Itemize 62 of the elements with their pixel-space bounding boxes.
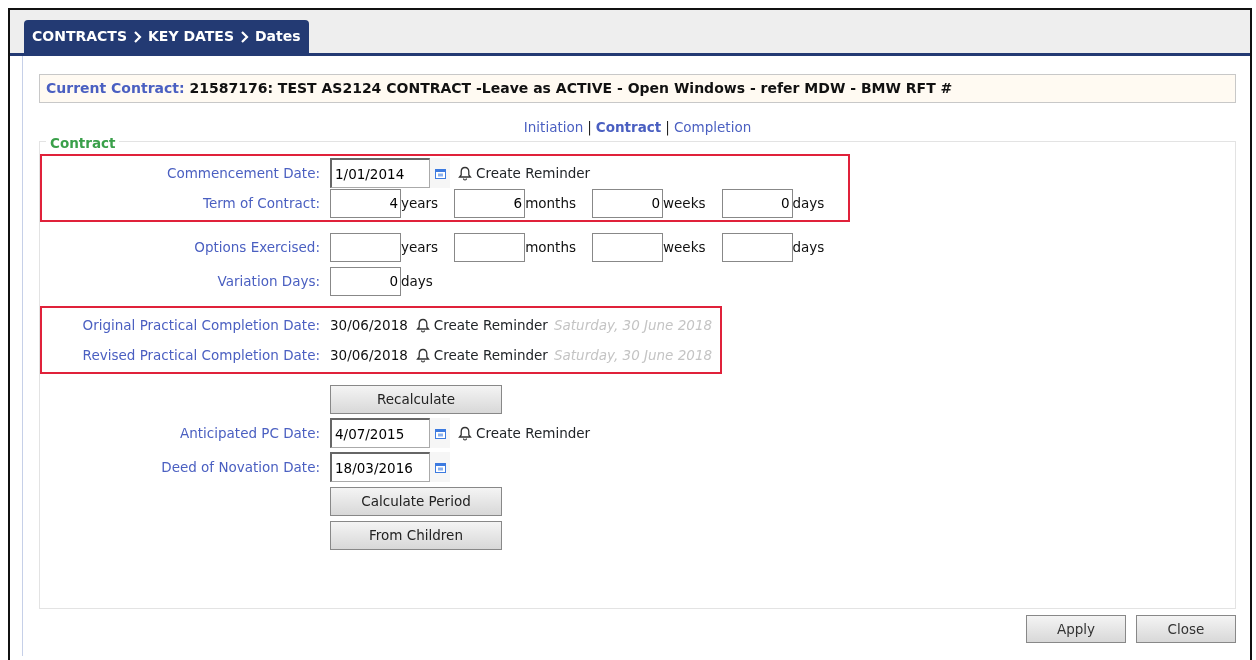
- number-field[interactable]: 4: [330, 188, 401, 218]
- breadcrumb-text: CONTRACTS: [32, 27, 127, 46]
- create-reminder-link[interactable]: Create Reminder: [476, 163, 591, 184]
- footer-button[interactable]: Close: [1136, 615, 1236, 644]
- weekday-text: Saturday, 30 June 2018: [553, 346, 713, 366]
- create-reminder-link[interactable]: Create Reminder: [476, 423, 591, 444]
- bell-icon: [458, 165, 472, 181]
- field-label: Deed of Novation Date:: [160, 458, 321, 478]
- calendar-icon[interactable]: [430, 452, 450, 483]
- unit-text: months: [525, 238, 576, 258]
- number-field[interactable]: [721, 232, 793, 262]
- subnav-link[interactable]: Contract: [595, 119, 662, 135]
- create-reminder-link[interactable]: Create Reminder: [433, 345, 548, 366]
- date-field[interactable]: 18/03/2016: [330, 452, 430, 483]
- unit-text: years: [401, 238, 439, 258]
- contract-label: Current Contract:: [46, 80, 185, 96]
- field-label: Term of Contract:: [202, 194, 321, 214]
- field-label: Variation Days:: [216, 272, 321, 292]
- date-text: 30/06/2018: [330, 316, 408, 336]
- breadcrumb-text: KEY DATES: [147, 27, 234, 46]
- breadcrumb-tab[interactable]: CONTRACTS KEY DATES Dates: [24, 20, 309, 53]
- number-field[interactable]: 6: [454, 188, 526, 218]
- field-label: Options Exercised:: [193, 238, 321, 258]
- separator-text: |: [665, 119, 670, 135]
- action-button[interactable]: Calculate Period: [330, 486, 502, 516]
- action-button[interactable]: Recalculate: [330, 384, 502, 414]
- number-field[interactable]: [330, 232, 401, 262]
- date-field[interactable]: 1/01/2014: [330, 158, 430, 189]
- unit-text: days: [792, 238, 825, 258]
- number-field[interactable]: 0: [592, 188, 663, 218]
- number-field[interactable]: 0: [721, 188, 793, 218]
- number-field[interactable]: [454, 232, 526, 262]
- contract-title: 21587176: TEST AS2124 CONTRACT -Leave as ACTIVE - Open Windows - refer MDW - BMW RFT #: [189, 80, 953, 96]
- unit-text: years: [401, 194, 439, 214]
- bell-icon: [415, 317, 430, 333]
- unit-text: days: [792, 194, 825, 214]
- date-text: 30/06/2018: [330, 346, 408, 366]
- chevron-icon: [132, 30, 142, 43]
- unit-text: days: [401, 272, 433, 292]
- bell-icon: [415, 347, 430, 363]
- number-field[interactable]: [592, 232, 663, 262]
- create-reminder-link[interactable]: Create Reminder: [433, 315, 548, 336]
- action-button[interactable]: From Children: [330, 520, 502, 550]
- date-field[interactable]: 4/07/2015: [330, 418, 430, 449]
- unit-text: months: [525, 194, 576, 214]
- weekday-text: Saturday, 30 June 2018: [553, 316, 713, 336]
- number-field[interactable]: 0: [330, 266, 401, 296]
- breadcrumb-text: Dates: [254, 27, 301, 46]
- unit-text: weeks: [663, 238, 706, 258]
- field-label: Original Practical Completion Date:: [81, 316, 321, 336]
- footer-button[interactable]: Apply: [1026, 615, 1126, 644]
- unit-text: weeks: [663, 194, 706, 214]
- calendar-icon[interactable]: [430, 418, 450, 449]
- separator-text: |: [587, 119, 592, 135]
- field-label: Anticipated PC Date:: [179, 424, 321, 444]
- subnav-link[interactable]: Completion: [673, 119, 752, 135]
- chevron-icon: [239, 30, 249, 43]
- subnav-link[interactable]: Initiation: [523, 119, 584, 135]
- bell-icon: [458, 425, 472, 441]
- calendar-icon[interactable]: [430, 158, 450, 189]
- field-label: Commencement Date:: [166, 164, 321, 184]
- field-label: Revised Practical Completion Date:: [81, 346, 321, 366]
